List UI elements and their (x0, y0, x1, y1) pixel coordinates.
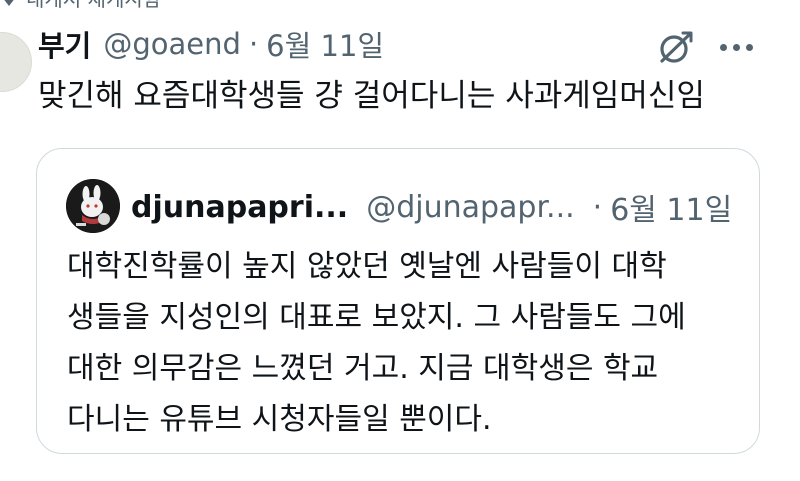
author-handle[interactable]: @goaend (103, 27, 241, 61)
author-name[interactable]: 부기 (38, 23, 91, 65)
quoted-post-date[interactable]: 6월 11일 (610, 185, 732, 229)
quoted-text-line: 대학진학률이 높지 않았던 옛날엔 사람들이 대학 (67, 249, 667, 284)
date-separator: · (248, 27, 259, 61)
quoted-author-avatar[interactable] (66, 179, 120, 233)
tweet-header: 부기 @goaend · 6월 11일 (38, 22, 384, 66)
more-options-icon[interactable] (720, 40, 758, 54)
quoted-author-name[interactable]: djunapapri... (131, 190, 348, 225)
repost-context-text: 내게서 재게시함 (26, 0, 161, 12)
quoted-text-line: 생들을 지성인의 대표로 보았지. 그 사람들도 그에 (67, 300, 686, 335)
post-date[interactable]: 6월 11일 (266, 23, 384, 65)
grok-icon[interactable] (656, 30, 696, 66)
post-page: 내게서 재게시함 부기 @goaend · 6월 11일 맞긴해 요즘대학생들 … (0, 0, 800, 481)
quoted-post-text: 대학진학률이 높지 않았던 옛날엔 사람들이 대학 생들을 지성인의 대표로 보… (67, 241, 737, 445)
repost-context: 내게서 재게시함 (0, 0, 161, 11)
tweet-text: 맞긴해 요즘대학생들 걍 걸어다니는 사과게임머신임 (38, 78, 705, 114)
quoted-post-card[interactable]: djunapapri... @djunapapr... · 6월 11일 대학진… (36, 148, 760, 454)
avatar[interactable] (0, 32, 32, 92)
quoted-author-handle[interactable]: @djunapapr... (366, 190, 574, 225)
quoted-post-header: djunapapri... @djunapapr... · 6월 11일 (131, 185, 732, 229)
quoted-text-line: 대한 의무감은 느꼈던 거고. 지금 대학생은 학교 (67, 351, 659, 386)
quoted-date-separator: · (592, 189, 603, 225)
quoted-text-line: 다니는 유튜브 시청자들일 뿐이다. (67, 402, 492, 437)
repost-caret-icon (2, 0, 16, 6)
